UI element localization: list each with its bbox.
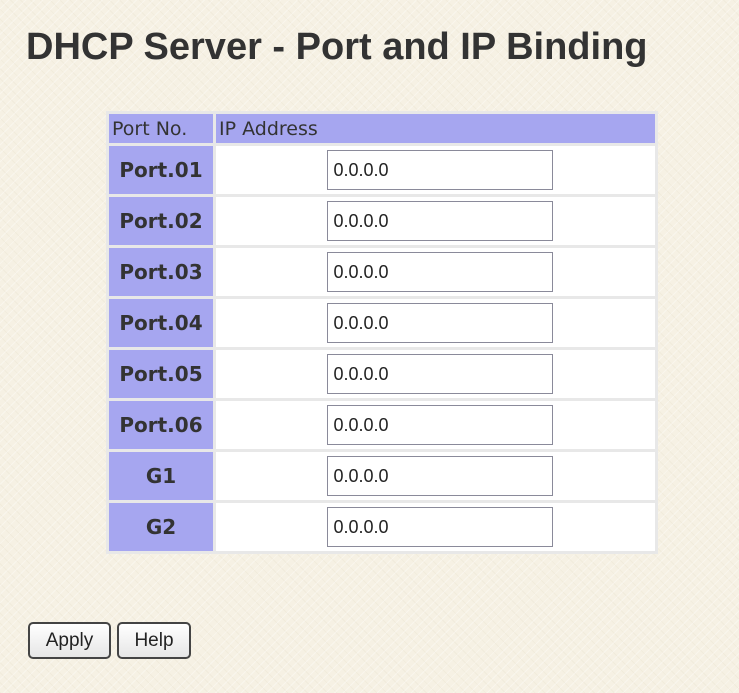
ip-address-input-g2[interactable] [326, 507, 553, 547]
ip-address-input-port-04[interactable] [326, 303, 553, 343]
port-label: Port.01 [109, 146, 213, 194]
page-title: DHCP Server - Port and IP Binding [26, 26, 648, 68]
ip-cell [216, 350, 655, 398]
table-row: Port.02 [109, 197, 655, 245]
ip-address-input-port-02[interactable] [326, 201, 553, 241]
table-row: Port.06 [109, 401, 655, 449]
table-row: Port.01 [109, 146, 655, 194]
ip-cell [216, 401, 655, 449]
port-label: G1 [109, 452, 213, 500]
help-button[interactable]: Help [117, 622, 191, 659]
ip-address-input-port-05[interactable] [326, 354, 553, 394]
ip-cell [216, 248, 655, 296]
ip-address-input-g1[interactable] [326, 456, 553, 496]
port-label: Port.04 [109, 299, 213, 347]
ip-cell [216, 503, 655, 551]
table-row: Port.05 [109, 350, 655, 398]
port-no-header: Port No. [109, 114, 213, 143]
port-label: Port.03 [109, 248, 213, 296]
ip-address-input-port-01[interactable] [326, 150, 553, 190]
ip-cell [216, 299, 655, 347]
table-row: G2 [109, 503, 655, 551]
ip-cell [216, 146, 655, 194]
port-label: Port.02 [109, 197, 213, 245]
ip-address-input-port-03[interactable] [326, 252, 553, 292]
ip-address-header: IP Address [216, 114, 655, 143]
table-row: G1 [109, 452, 655, 500]
table-header-row: Port No. IP Address [109, 114, 655, 143]
table-row: Port.04 [109, 299, 655, 347]
ip-cell [216, 197, 655, 245]
table-row: Port.03 [109, 248, 655, 296]
port-label: G2 [109, 503, 213, 551]
port-label: Port.06 [109, 401, 213, 449]
ip-address-input-port-06[interactable] [326, 405, 553, 445]
port-label: Port.05 [109, 350, 213, 398]
port-ip-binding-table: Port No. IP Address Port.01 Port.02 Port… [106, 111, 658, 554]
ip-cell [216, 452, 655, 500]
apply-button[interactable]: Apply [28, 622, 111, 659]
